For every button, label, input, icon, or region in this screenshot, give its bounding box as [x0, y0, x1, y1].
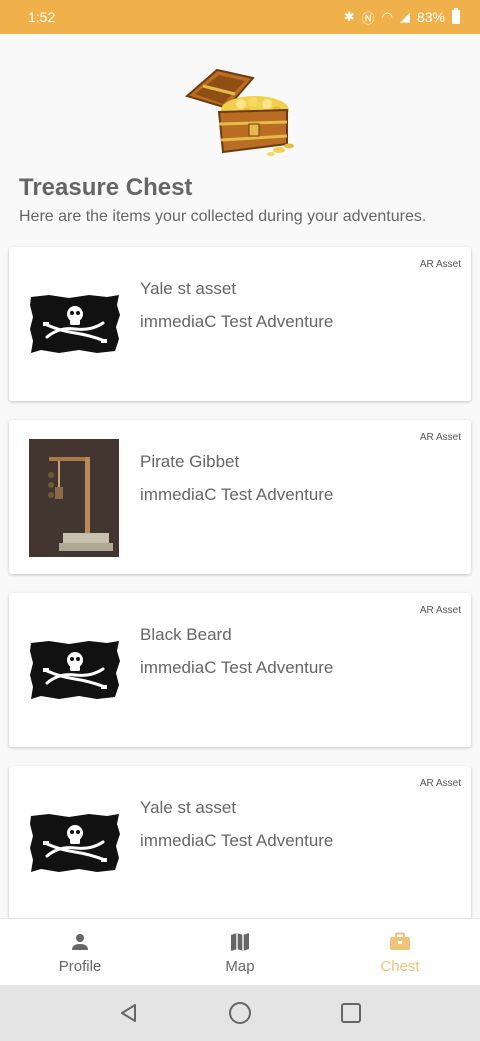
- chest-item-card[interactable]: AR Asset Yale st asset immediaC Test Adv…: [9, 247, 471, 401]
- briefcase-icon: [390, 932, 410, 950]
- wifi-icon: ◠: [381, 9, 393, 24]
- home-circle-icon: [229, 1002, 251, 1024]
- nav-tab-profile[interactable]: Profile: [0, 919, 160, 985]
- recents-square-icon: [341, 1003, 361, 1023]
- item-name: Pirate Gibbet: [140, 452, 240, 471]
- item-name: Black Beard: [140, 625, 232, 644]
- battery-percent: 83%: [416, 9, 445, 25]
- status-bar: 1:52 ✱ Ⓝ ◠ ◢ 83%: [0, 0, 480, 34]
- pirate-gibbet-thumbnail: [29, 439, 119, 557]
- nav-tab-map[interactable]: Map: [160, 919, 320, 985]
- bottom-navigation: Profile Map Chest: [0, 918, 480, 985]
- asset-type-badge: AR Asset: [419, 605, 461, 616]
- battery-icon: [452, 8, 460, 24]
- status-icons: ✱ Ⓝ ◠ ◢ 83%: [344, 8, 460, 27]
- home-button[interactable]: [228, 1001, 252, 1025]
- chest-item-card[interactable]: AR Asset Pirate Gibbet immediaC Test Adv…: [9, 420, 471, 574]
- treasure-chest-icon: [184, 68, 294, 156]
- item-adventure: immediaC Test Adventure: [140, 831, 334, 850]
- nfc-icon: Ⓝ: [361, 10, 375, 26]
- recents-button[interactable]: [340, 1002, 362, 1024]
- nav-tab-label: Map: [225, 957, 255, 975]
- signal-icon: ◢: [399, 9, 410, 24]
- nav-tab-label: Profile: [58, 957, 102, 975]
- item-adventure: immediaC Test Adventure: [140, 485, 334, 504]
- pirate-flag-thumbnail: [29, 812, 121, 874]
- page-title: Treasure Chest: [19, 174, 193, 201]
- main-content[interactable]: Treasure Chest Here are the items your c…: [0, 34, 480, 918]
- asset-type-badge: AR Asset: [419, 259, 461, 270]
- asset-type-badge: AR Asset: [419, 778, 461, 789]
- item-adventure: immediaC Test Adventure: [140, 312, 334, 331]
- chest-item-card[interactable]: AR Asset Yale st asset immediaC Test Adv…: [9, 766, 471, 918]
- nav-tab-label: Chest: [380, 957, 420, 975]
- person-icon: [72, 933, 88, 950]
- item-name: Yale st asset: [140, 279, 237, 298]
- back-triangle-icon: [121, 1004, 136, 1022]
- pirate-flag-thumbnail: [29, 293, 121, 355]
- nav-tab-chest[interactable]: Chest: [320, 919, 480, 985]
- page-subtitle: Here are the items your collected during…: [19, 208, 427, 225]
- map-icon: [231, 932, 249, 951]
- system-navigation-bar: [0, 985, 480, 1041]
- pirate-flag-thumbnail: [29, 639, 121, 701]
- item-name: Yale st asset: [140, 798, 237, 817]
- bluetooth-icon: ✱: [343, 9, 355, 24]
- back-button[interactable]: [118, 1002, 140, 1024]
- asset-type-badge: AR Asset: [419, 432, 461, 443]
- chest-item-card[interactable]: AR Asset Black Beard immediaC Test Adven…: [9, 593, 471, 747]
- status-time: 1:52: [28, 9, 56, 25]
- item-adventure: immediaC Test Adventure: [140, 658, 334, 677]
